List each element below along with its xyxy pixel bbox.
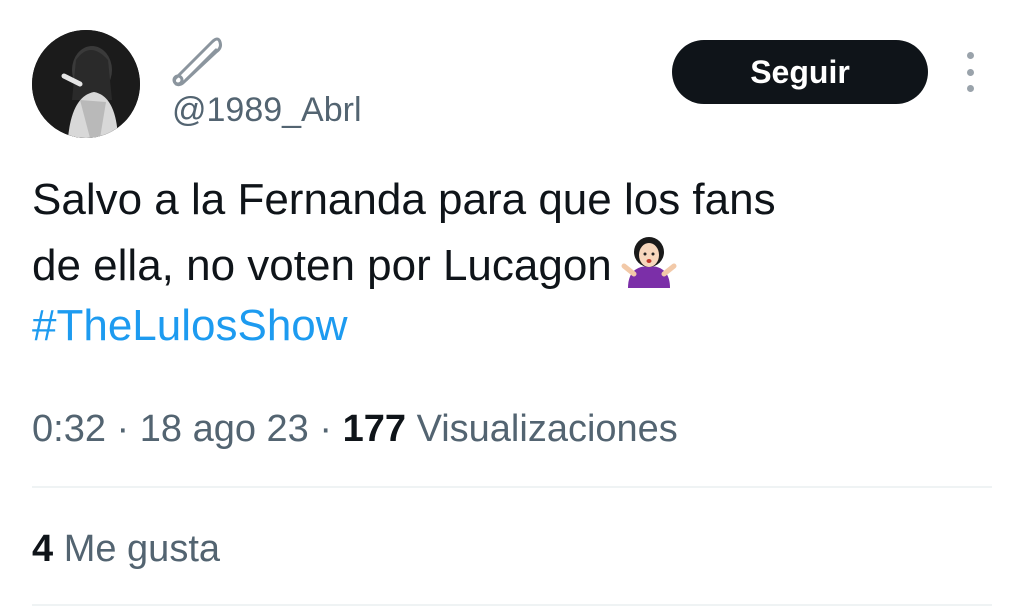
follow-button[interactable]: Seguir — [672, 40, 928, 104]
meta-separator: · — [319, 408, 333, 450]
views-label[interactable]: Visualizaciones — [417, 408, 678, 450]
tweet-time[interactable]: 0:32 — [32, 408, 106, 450]
tweet-line-2: de ella, no voten por Lucagon — [32, 230, 992, 296]
tweet-line-1: Salvo a la Fernanda para que los fans — [32, 175, 776, 224]
hashtag-link[interactable]: #TheLulosShow — [32, 296, 992, 356]
tweet-meta: 0:32 · 18 ago 23 · 177 Visualizaciones — [32, 404, 678, 454]
avatar[interactable] — [32, 30, 140, 138]
more-dot — [966, 85, 974, 92]
person-shrugging-emoji-icon — [620, 230, 678, 288]
tweet-date[interactable]: 18 ago 23 — [140, 408, 309, 450]
divider — [32, 604, 992, 606]
likes-stat[interactable]: 4 Me gusta — [32, 524, 220, 574]
user-handle[interactable]: @1989_Abrl — [172, 88, 362, 132]
tweet-line-2-text: de ella, no voten por Lucagon — [32, 241, 612, 290]
more-dot — [966, 68, 974, 76]
likes-count: 4 — [32, 528, 54, 570]
more-vertical-icon[interactable] — [958, 52, 982, 92]
views-count: 177 — [342, 408, 406, 450]
likes-label: Me gusta — [63, 528, 221, 570]
more-dot — [966, 52, 974, 59]
tweet-text: Salvo a la Fernanda para que los fans de… — [32, 170, 992, 356]
safety-pin-icon — [168, 30, 226, 88]
meta-separator: · — [116, 408, 130, 450]
divider — [32, 486, 992, 488]
